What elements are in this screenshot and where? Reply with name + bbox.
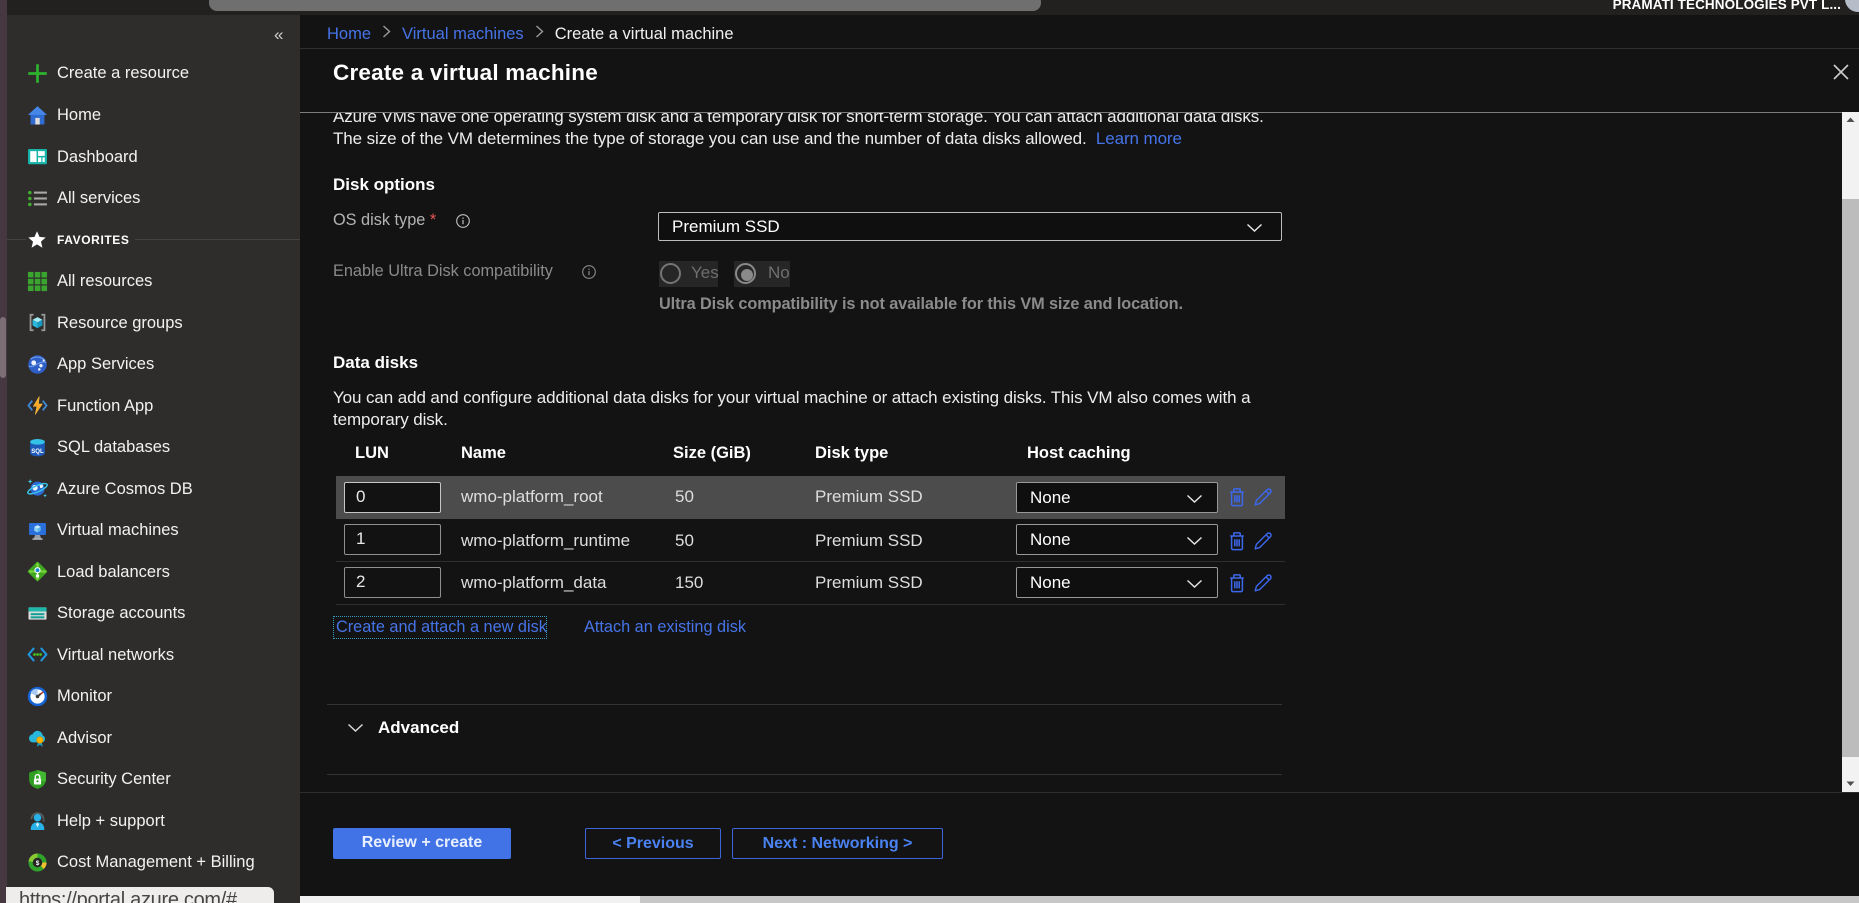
svg-text:$: $ <box>36 859 40 866</box>
svg-text:SQL: SQL <box>31 448 44 455</box>
